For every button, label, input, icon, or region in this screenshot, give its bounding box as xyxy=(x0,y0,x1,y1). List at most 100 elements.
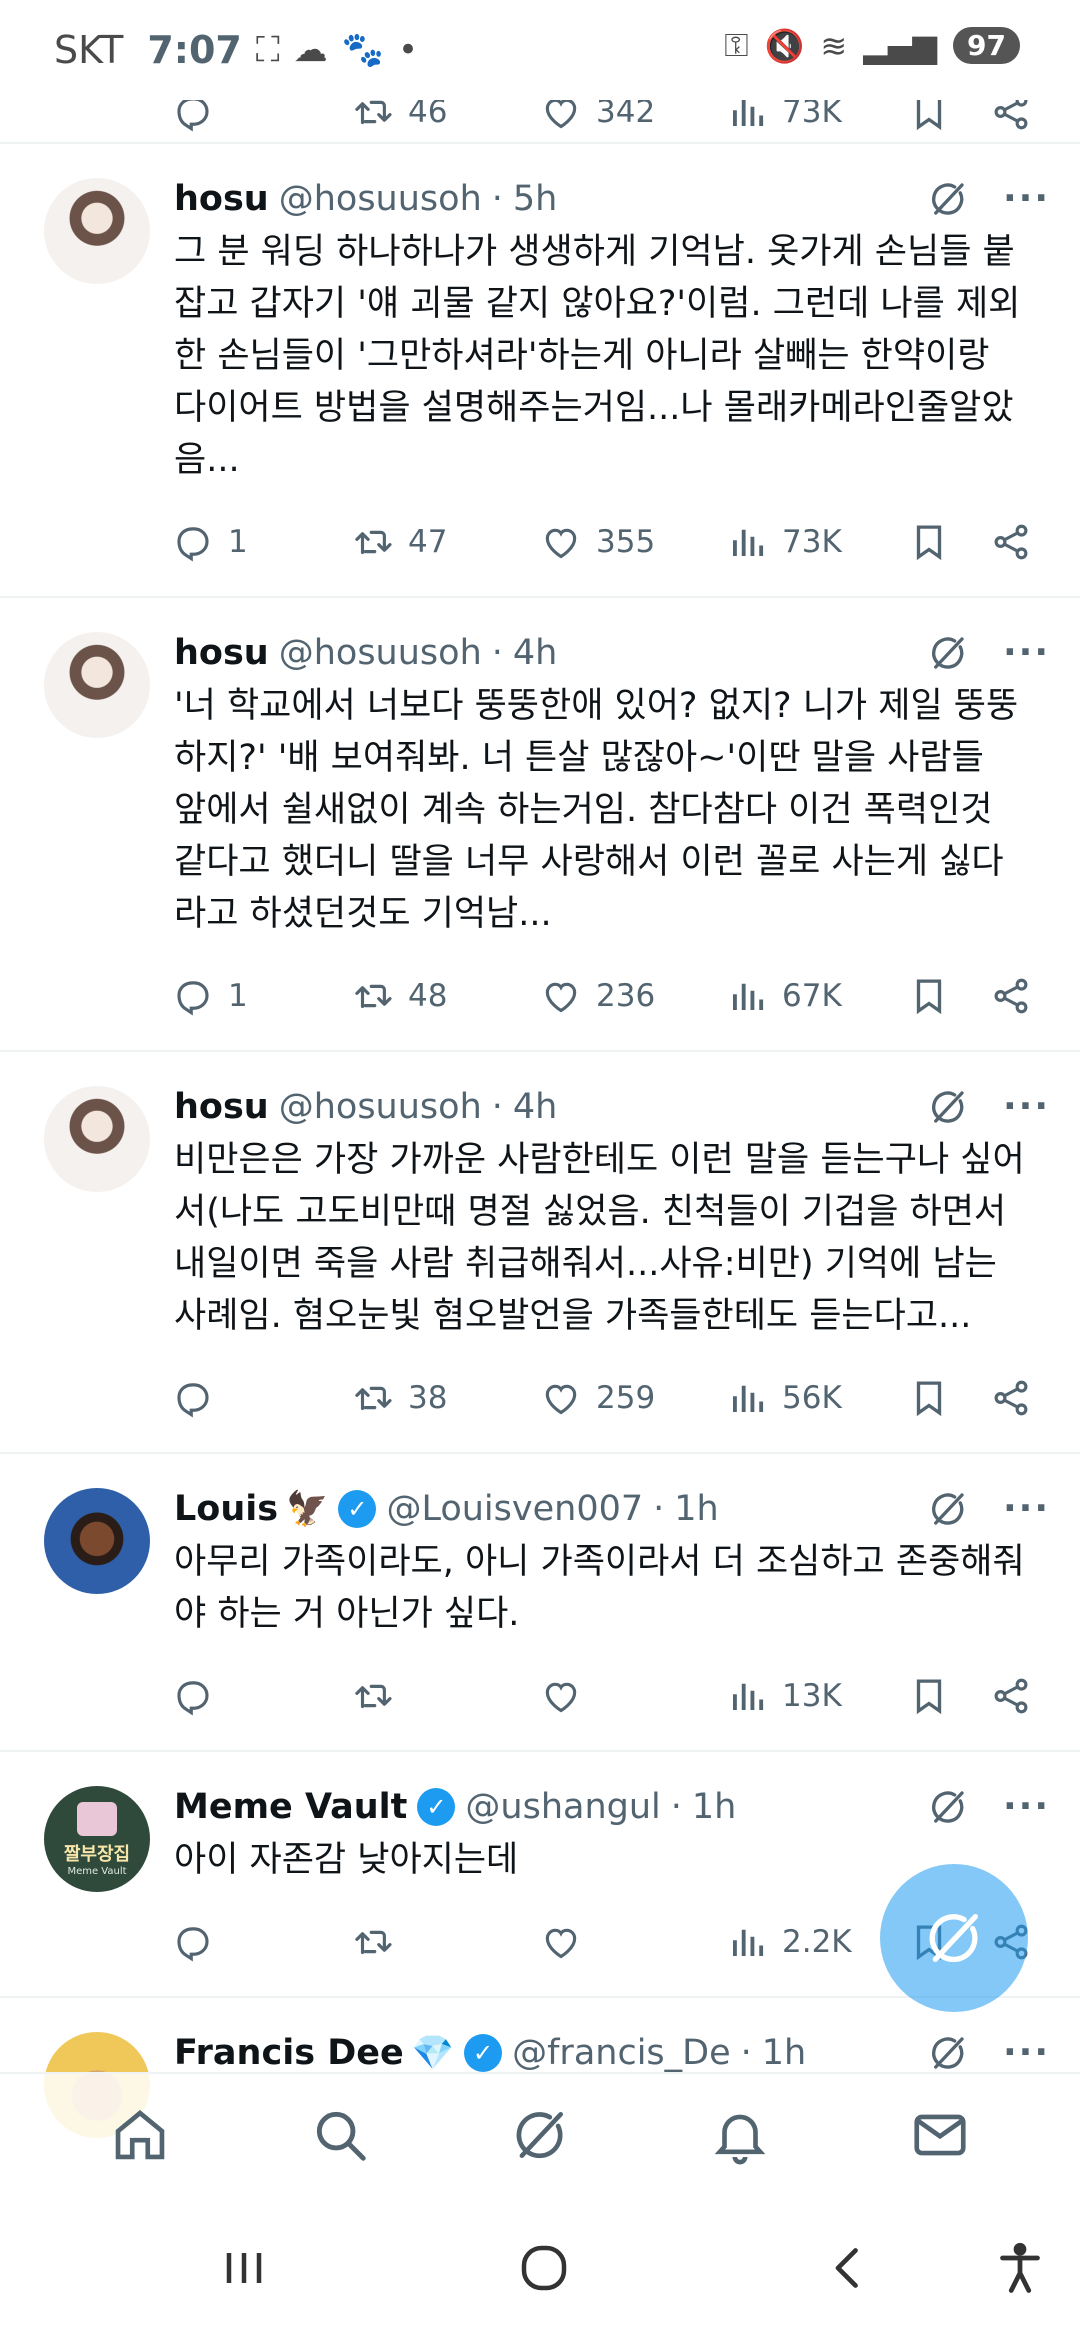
view-count: 73K xyxy=(782,524,842,560)
tab-notifications[interactable] xyxy=(709,2104,771,2170)
retweet-button[interactable] xyxy=(352,1675,540,1717)
views-button[interactable]: 67K xyxy=(726,975,908,1017)
tweet-time[interactable]: 1h xyxy=(674,1489,718,1529)
display-name[interactable]: Francis Dee xyxy=(174,2033,404,2073)
reply-button[interactable]: 1 xyxy=(172,521,352,563)
timeline-feed[interactable]: 46 342 73K ··· hosu @hosuusoh · 5h 그 분 워… xyxy=(0,100,1080,2138)
home-nav-button[interactable] xyxy=(514,2238,574,2302)
grok-icon[interactable] xyxy=(927,1488,969,1530)
display-name[interactable]: hosu xyxy=(174,633,269,673)
reply-button[interactable] xyxy=(172,1675,352,1717)
more-icon[interactable]: ··· xyxy=(1003,1089,1050,1125)
like-button[interactable] xyxy=(540,1921,726,1963)
tweet[interactable]: ··· Francis Dee 💎 ✓ @francis_De · 1h xyxy=(0,1998,1080,2138)
tab-messages[interactable] xyxy=(909,2104,971,2170)
tweet[interactable]: ··· hosu @hosuusoh · 4h 비만은은 가장 가까운 사람한테… xyxy=(0,1052,1080,1454)
tweet-time[interactable]: 4h xyxy=(513,1087,557,1127)
display-name[interactable]: hosu xyxy=(174,179,269,219)
tweet-text: '너 학교에서 너보다 뚱뚱한애 있어? 없지? 니가 제일 뚱뚱하지?' '배… xyxy=(174,686,1019,934)
bookmark-button[interactable] xyxy=(908,521,990,563)
tweet-header-actions: ··· xyxy=(927,632,1050,674)
grok-icon[interactable] xyxy=(927,178,969,220)
display-name[interactable]: hosu xyxy=(174,1087,269,1127)
tweet-time[interactable]: 5h xyxy=(513,179,557,219)
like-button[interactable]: 355 xyxy=(540,521,726,563)
bell-icon xyxy=(714,2114,766,2165)
reply-icon xyxy=(172,975,214,1017)
like-button[interactable]: 236 xyxy=(540,975,726,1017)
avatar[interactable] xyxy=(44,632,150,738)
grok-icon[interactable] xyxy=(927,1086,969,1128)
accessibility-button[interactable] xyxy=(990,2238,1050,2302)
back-button[interactable] xyxy=(818,2238,878,2302)
views-button[interactable]: 73K xyxy=(726,100,908,133)
tweet[interactable]: ··· Louis 🦅 ✓ @Louisven007 · 1h 아무리 가족이라… xyxy=(0,1454,1080,1752)
user-handle[interactable]: @Louisven007 xyxy=(386,1489,643,1529)
tweet-time[interactable]: 1h xyxy=(692,1787,736,1827)
bookmark-button[interactable] xyxy=(908,100,990,133)
user-handle[interactable]: @hosuusoh xyxy=(279,179,482,219)
floating-grok-button[interactable] xyxy=(880,1864,1028,2012)
share-button[interactable] xyxy=(990,1675,1032,1717)
user-handle[interactable]: @francis_De xyxy=(512,2033,731,2073)
tab-grok[interactable] xyxy=(509,2104,571,2170)
views-button[interactable]: 73K xyxy=(726,521,908,563)
reply-count: 1 xyxy=(228,978,248,1014)
reply-button[interactable]: 1 xyxy=(172,975,352,1017)
tab-search[interactable] xyxy=(309,2104,371,2170)
reply-button[interactable] xyxy=(172,1921,352,1963)
more-icon[interactable]: ··· xyxy=(1003,1491,1050,1527)
share-button[interactable] xyxy=(990,521,1032,563)
more-icon[interactable]: ··· xyxy=(1003,1789,1050,1825)
retweet-button[interactable]: 46 xyxy=(352,100,540,133)
views-button[interactable]: 56K xyxy=(726,1377,908,1419)
avatar[interactable]: 짤부장집 Meme Vault xyxy=(44,1786,150,1892)
separator-dot: · xyxy=(491,1087,503,1127)
bookmark-button[interactable] xyxy=(908,1377,990,1419)
view-count: 13K xyxy=(782,1678,842,1714)
reply-button[interactable] xyxy=(172,100,352,133)
avatar[interactable] xyxy=(44,1488,150,1594)
display-name[interactable]: Louis xyxy=(174,1489,278,1529)
tweet-body: Meme Vault ✓ @ushangul · 1h 아이 자존감 낮아지는데 xyxy=(174,1752,1036,1886)
tab-home[interactable] xyxy=(109,2104,171,2170)
grok-icon[interactable] xyxy=(927,1786,969,1828)
bookmark-button[interactable] xyxy=(908,1675,990,1717)
tweet-time[interactable]: 1h xyxy=(762,2033,806,2073)
retweet-button[interactable]: 48 xyxy=(352,975,540,1017)
tweet-actions: 38 259 56K xyxy=(174,1368,1036,1428)
reply-button[interactable] xyxy=(172,1377,352,1419)
like-count: 355 xyxy=(596,524,656,560)
bookmark-button[interactable] xyxy=(908,975,990,1017)
like-button[interactable]: 259 xyxy=(540,1377,726,1419)
tweet[interactable]: ··· hosu @hosuusoh · 4h '너 학교에서 너보다 뚱뚱한애… xyxy=(0,598,1080,1052)
more-icon[interactable]: ··· xyxy=(1003,181,1050,217)
retweet-button[interactable]: 47 xyxy=(352,521,540,563)
retweet-icon xyxy=(352,1377,394,1419)
user-handle[interactable]: @ushangul xyxy=(465,1787,660,1827)
grok-icon[interactable] xyxy=(927,2032,969,2074)
retweet-count: 48 xyxy=(408,978,448,1014)
recent-apps-button[interactable] xyxy=(214,2238,274,2302)
user-handle[interactable]: @hosuusoh xyxy=(279,633,482,673)
tweet[interactable]: ··· hosu @hosuusoh · 5h 그 분 워딩 하나하나가 생생하… xyxy=(0,144,1080,598)
share-button[interactable] xyxy=(990,1377,1032,1419)
tweet-time[interactable]: 4h xyxy=(513,633,557,673)
share-button[interactable] xyxy=(990,100,1032,133)
views-button[interactable]: 13K xyxy=(726,1675,908,1717)
screenshot-icon: ⛶ xyxy=(255,30,280,70)
share-button[interactable] xyxy=(990,975,1032,1017)
avatar[interactable] xyxy=(44,178,150,284)
more-icon[interactable]: ··· xyxy=(1003,2035,1050,2071)
retweet-button[interactable] xyxy=(352,1921,540,1963)
retweet-button[interactable]: 38 xyxy=(352,1377,540,1419)
like-button[interactable] xyxy=(540,1675,726,1717)
grok-icon[interactable] xyxy=(927,632,969,674)
user-handle[interactable]: @hosuusoh xyxy=(279,1087,482,1127)
like-button[interactable]: 342 xyxy=(540,100,726,133)
bottom-tab-bar xyxy=(0,2072,1080,2200)
carrier-label: SKT xyxy=(54,28,124,72)
avatar[interactable] xyxy=(44,1086,150,1192)
display-name[interactable]: Meme Vault xyxy=(174,1787,407,1827)
more-icon[interactable]: ··· xyxy=(1003,635,1050,671)
